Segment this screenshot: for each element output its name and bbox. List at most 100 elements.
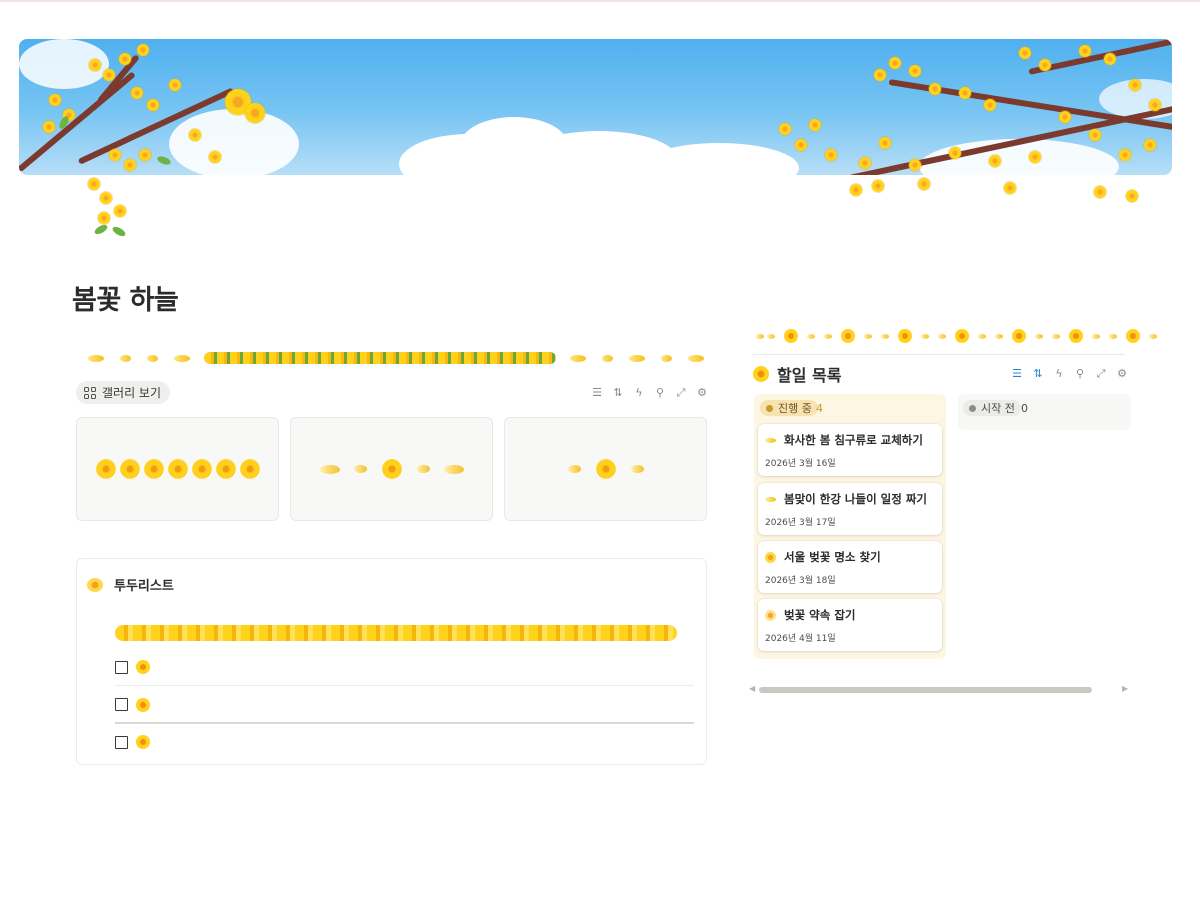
todo-list-header[interactable]: 투두리스트 <box>87 575 174 594</box>
forsythia-vine <box>204 352 556 364</box>
todo-item <box>115 648 694 686</box>
forsythia-blossom <box>109 149 121 161</box>
petal-icon <box>978 333 986 339</box>
settings-icon[interactable]: ⚙ <box>696 386 708 398</box>
gallery-view-label: 갤러리 보기 <box>102 386 162 400</box>
column-count: 0 <box>1021 402 1028 415</box>
gallery-card[interactable] <box>76 417 279 521</box>
sort-icon[interactable]: ⇅ <box>1032 367 1044 379</box>
petal-icon <box>864 333 872 339</box>
task-card-date: 2026년 4월 11일 <box>765 634 836 644</box>
status-label: 진행 중 <box>778 402 812 415</box>
forsythia-blossom <box>124 159 136 171</box>
forsythia-blossom <box>909 65 921 77</box>
gallery-grid-icon <box>84 386 96 399</box>
sort-icon[interactable]: ⇅ <box>612 386 624 398</box>
search-icon[interactable]: ⚲ <box>654 386 666 398</box>
forsythia-blossom <box>1029 151 1041 163</box>
forsythia-blossom <box>809 119 821 131</box>
forsythia-icon <box>136 697 150 712</box>
todo-list-block: 투두리스트 <box>76 558 707 765</box>
petal-icon <box>1052 333 1060 339</box>
forsythia-blossom <box>1104 53 1116 65</box>
forsythia-blossom <box>209 151 221 163</box>
expand-icon[interactable]: ⤢ <box>1095 367 1107 379</box>
leaf <box>156 154 172 167</box>
todo-checkbox[interactable] <box>115 698 128 711</box>
petal-icon <box>174 354 190 362</box>
blossom-icon <box>87 577 103 592</box>
scrollbar-thumb[interactable] <box>759 687 1092 693</box>
cover-image[interactable] <box>19 39 1172 175</box>
status-badge-in-progress[interactable]: 진행 중 <box>760 400 818 416</box>
petal-icon <box>629 354 645 362</box>
forsythia-blossom <box>43 121 55 133</box>
task-card-title-text: 화사한 봄 침구류로 교체하기 <box>784 433 923 447</box>
page-title[interactable]: 봄꽃 하늘 <box>72 278 179 317</box>
blossom-icon <box>765 609 776 621</box>
task-card[interactable]: 서울 벚꽃 명소 찾기 2026년 3월 18일 <box>758 541 942 593</box>
todo-item <box>115 685 694 723</box>
forsythia-blossom <box>889 57 901 69</box>
todo-checkbox[interactable] <box>115 735 128 749</box>
board-horizontal-scrollbar[interactable]: ◀ ▶ <box>749 684 1130 696</box>
forsythia-blossom <box>909 159 921 171</box>
gallery-card[interactable] <box>504 417 707 521</box>
forsythia-blossom <box>1119 149 1131 161</box>
task-card-title: 화사한 봄 침구류로 교체하기 <box>765 432 923 448</box>
petal-icon <box>765 496 776 502</box>
forsythia-blossom <box>989 155 1001 167</box>
petal-icon <box>1109 333 1117 339</box>
forsythia-blossom <box>872 180 884 192</box>
status-dot <box>969 404 976 412</box>
task-card[interactable]: 벚꽃 약속 잡기 2026년 4월 11일 <box>758 599 942 651</box>
lightning-icon[interactable]: ϟ <box>633 386 645 398</box>
petal-icon <box>630 465 644 473</box>
expand-icon[interactable]: ⤢ <box>675 386 687 398</box>
forsythia-blossom <box>1149 99 1161 111</box>
scroll-left-icon[interactable]: ◀ <box>749 684 755 693</box>
petal-icon <box>443 464 464 474</box>
filter-icon[interactable]: ☰ <box>1011 367 1023 379</box>
lightning-icon[interactable]: ϟ <box>1053 367 1065 379</box>
forsythia-icon <box>378 458 405 480</box>
forsythia-blossom <box>859 157 871 169</box>
petal-icon <box>756 333 764 339</box>
task-card[interactable]: 화사한 봄 침구류로 교체하기 2026년 3월 16일 <box>758 424 942 476</box>
todo-checkbox[interactable] <box>115 660 128 674</box>
petal-icon <box>688 354 704 362</box>
task-database-title[interactable]: 할일 목록 <box>753 362 841 386</box>
petal-icon <box>938 333 946 339</box>
task-card[interactable]: 봄맞이 한강 나들이 일정 짜기 2026년 3월 17일 <box>758 483 942 535</box>
forsythia-blossom <box>1004 182 1016 194</box>
forsythia-icon <box>136 660 150 674</box>
forsythia-icon <box>753 366 769 382</box>
forsythia-blossom <box>89 59 101 71</box>
filter-icon[interactable]: ☰ <box>591 386 603 398</box>
status-badge-not-started[interactable]: 시작 전 <box>963 400 1021 416</box>
forsythia-icon <box>1012 329 1026 343</box>
forsythia-blossom <box>1019 47 1031 59</box>
petal-icon <box>765 437 776 443</box>
task-card-title-text: 벚꽃 약속 잡기 <box>784 608 856 622</box>
task-card-title: 벚꽃 약속 잡기 <box>765 607 856 623</box>
petal-icon <box>353 465 367 473</box>
search-icon[interactable]: ⚲ <box>1074 367 1086 379</box>
gallery-toolbar: ☰ ⇅ ϟ ⚲ ⤢ ⚙ <box>591 386 708 398</box>
gallery-card[interactable] <box>290 417 493 521</box>
garland-divider <box>80 352 712 364</box>
gallery-view-tab[interactable]: 갤러리 보기 <box>76 381 171 404</box>
forsythia-blossom <box>1079 45 1091 57</box>
petal-icon <box>570 354 586 362</box>
forsythia-blossom <box>779 123 791 135</box>
divider <box>753 354 1125 355</box>
task-toolbar: ☰ ⇅ ϟ ⚲ ⤢ ⚙ <box>1011 367 1128 379</box>
forsythia-icon <box>140 458 167 480</box>
scroll-right-icon[interactable]: ▶ <box>1122 684 1128 693</box>
settings-icon[interactable]: ⚙ <box>1116 367 1128 379</box>
forsythia-blossom <box>879 137 891 149</box>
forsythia-blossom <box>1126 190 1138 202</box>
forsythia-blossom <box>189 129 201 141</box>
forsythia-icon <box>841 329 855 343</box>
forsythia-blossom <box>1089 129 1101 141</box>
